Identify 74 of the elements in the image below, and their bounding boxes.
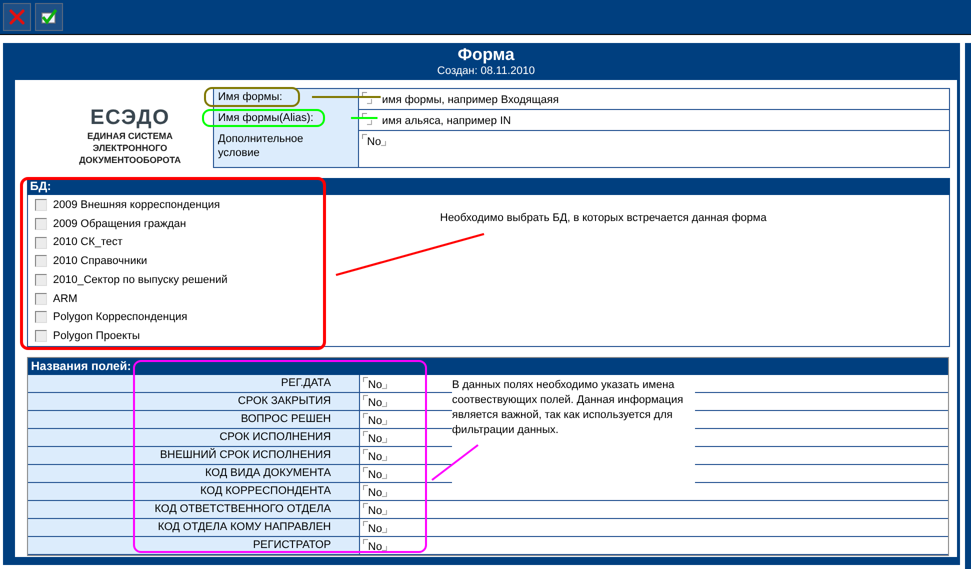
corner-mark-icon xyxy=(382,546,388,551)
logo-subtitle: ДОКУМЕНТООБОРОТА xyxy=(78,154,182,166)
created-date: Создан: 08.11.2010 xyxy=(436,65,536,78)
field-label: КОД ОТДЕЛА КОМУ НАПРАВЛЕН xyxy=(28,519,360,537)
field-value: No xyxy=(368,450,382,464)
corner-mark-icon xyxy=(363,449,368,454)
corner-mark-icon xyxy=(363,539,368,544)
corner-mark-icon xyxy=(363,395,368,400)
field-value: No xyxy=(368,540,382,554)
corner-mark-icon xyxy=(382,438,388,443)
corner-mark-icon xyxy=(382,510,388,515)
field-label: КОД ВИДА ДОКУМЕНТА xyxy=(28,465,360,483)
checkbox[interactable] xyxy=(35,311,47,324)
corner-mark-icon xyxy=(382,420,388,425)
hint-text: имя альяса, например IN xyxy=(382,114,511,128)
close-icon xyxy=(8,8,26,26)
field-label: ВНЕШНИЙ СРОК ИСПОЛНЕНИЯ xyxy=(28,447,360,465)
corner-mark-icon xyxy=(382,456,388,461)
field-label: КОД ОТВЕТСТВЕННОГО ОТДЕЛА xyxy=(28,501,360,519)
checkbox[interactable] xyxy=(35,218,47,230)
field-value: No xyxy=(368,396,382,410)
corner-mark-icon xyxy=(363,485,368,490)
apply-button[interactable] xyxy=(35,3,63,31)
corner-mark-icon xyxy=(363,377,368,382)
field-value: No xyxy=(367,135,382,149)
corner-mark-icon xyxy=(382,492,388,497)
field-label: ВОПРОС РЕШЕН xyxy=(28,411,360,429)
field-label: СРОК ИСПОЛНЕНИЯ xyxy=(28,429,360,447)
checkbox-label: 2010_Сектор по выпуску решений xyxy=(53,272,228,288)
field-value: No xyxy=(368,504,382,518)
corner-mark-icon xyxy=(363,503,368,508)
checkbox-label: Polygon Корреспонденция xyxy=(53,310,188,326)
logo-subtitle: ЕДИНАЯ СИСТЕМА xyxy=(86,130,174,142)
field-label: РЕГ.ДАТА xyxy=(28,375,360,393)
field-value: No xyxy=(368,486,382,500)
corner-mark-icon xyxy=(362,134,367,139)
hint-text: имя формы, например Входящаяя xyxy=(382,93,559,107)
form-title: Форма xyxy=(456,44,516,65)
corner-mark-icon xyxy=(382,384,388,389)
field-value: No xyxy=(368,378,382,392)
hint-text: Необходимо выбрать БД, в которых встречается данная форма xyxy=(440,212,767,224)
corner-mark-icon xyxy=(381,141,386,146)
checkbox[interactable] xyxy=(35,236,47,249)
corner-mark-icon xyxy=(382,474,388,479)
checkbox[interactable] xyxy=(35,292,47,305)
checkbox-label: Polygon Проекты xyxy=(53,328,140,344)
logo-subtitle: ЭЛЕКТРОННОГО xyxy=(92,142,168,154)
field-value: No xyxy=(368,432,382,446)
field-label: КОД КОРРЕСПОНДЕНТА xyxy=(28,483,360,501)
corner-mark-icon xyxy=(363,413,368,418)
field-value: No xyxy=(368,414,382,428)
field-label: РЕГИСТРАТОР xyxy=(28,537,360,555)
checkbox-label: 2009 Внешняя корреспонденция xyxy=(53,198,220,214)
corner-mark-icon xyxy=(363,431,368,436)
section-header: Названия полей: xyxy=(28,358,948,375)
checkbox[interactable] xyxy=(35,255,47,268)
corner-mark-icon xyxy=(382,528,388,533)
corner-mark-icon xyxy=(363,521,368,526)
checkbox-label: 2010 Справочники xyxy=(53,254,148,270)
field-label: Дополнительное условие xyxy=(214,131,359,167)
section-header: БД: xyxy=(27,178,950,195)
field-value: No xyxy=(368,468,382,482)
field-label: СРОК ЗАКРЫТИЯ xyxy=(28,393,360,411)
checkbox[interactable] xyxy=(35,330,47,342)
checkbox-label: 2009 Обращения граждан xyxy=(53,216,186,232)
logo-title: ЕСЭДО xyxy=(89,106,171,130)
checkbox-label: ARM xyxy=(53,292,78,307)
checkmark-icon xyxy=(39,8,59,26)
checkbox[interactable] xyxy=(35,199,47,212)
corner-mark-icon xyxy=(382,402,388,407)
corner-mark-icon xyxy=(363,467,368,472)
checkbox-label: 2010 СК_тест xyxy=(53,235,123,250)
checkbox[interactable] xyxy=(35,274,47,286)
field-value: No xyxy=(368,522,382,536)
